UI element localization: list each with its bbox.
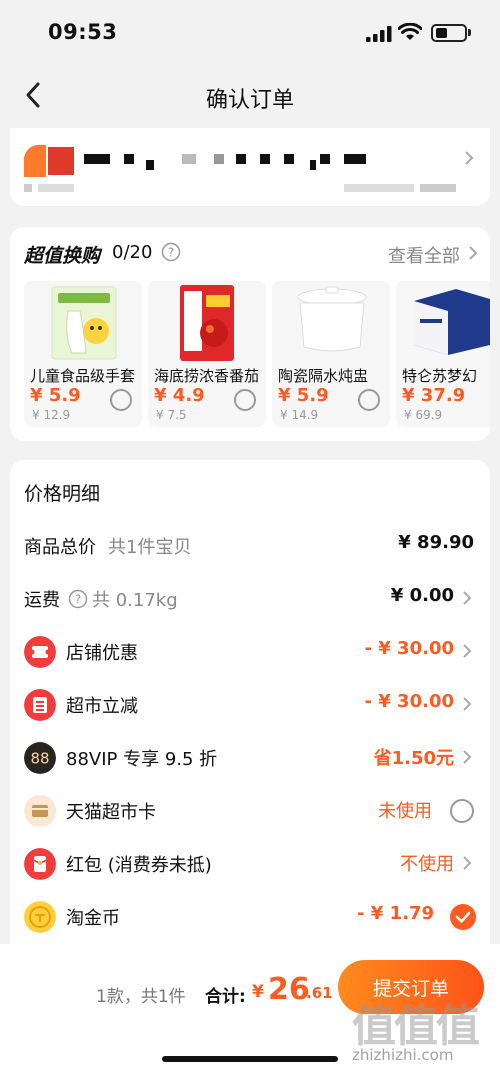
chevron-right-icon	[463, 750, 472, 764]
discount-tag-icon	[24, 689, 56, 721]
hotpot-base-product-image	[148, 281, 266, 361]
help-icon[interactable]: ?	[68, 589, 88, 609]
product-price: ¥ 5.9	[30, 385, 81, 406]
help-icon[interactable]: ?	[161, 242, 181, 262]
store-logo-icon	[24, 144, 74, 177]
market-card-row[interactable]: 天猫超市卡 未使用	[10, 791, 490, 831]
product-name: 儿童食品级手套	[30, 367, 136, 385]
red-packet-row[interactable]: 红包 (消费券未抵) 不使用	[10, 844, 490, 884]
select-radio[interactable]	[358, 389, 380, 411]
product-card[interactable]: 儿童食品级手套 ¥ 5.9 ¥ 12.9	[24, 281, 142, 427]
cut-off-text	[24, 184, 456, 192]
chevron-right-icon	[463, 856, 472, 870]
product-original-price: ¥ 14.9	[280, 408, 319, 422]
coupon-icon	[24, 636, 56, 668]
svg-text:88: 88	[30, 750, 49, 768]
chevron-right-icon	[465, 151, 474, 165]
redacted-text	[84, 148, 384, 170]
status-bar: 09:53	[0, 0, 500, 64]
home-indicator	[162, 1056, 338, 1062]
checkmark-icon[interactable]	[450, 904, 476, 930]
battery-cap	[468, 29, 471, 36]
product-card[interactable]: 海底捞浓香番茄 ¥ 4.9 ¥ 7.5	[148, 281, 266, 427]
upgrade-offers-card: 超值换购 0/20 ? 查看全部 儿童食品级手套 ¥ 5.9 ¥ 12.9 海底…	[10, 227, 490, 441]
row-label: 运费	[24, 590, 60, 611]
price-detail-card: 价格明细 商品总价 共1件宝贝 ¥ 89.90 运费 ? 共 0.17kg ¥ …	[10, 460, 490, 944]
red-packet-icon	[24, 848, 56, 880]
shipping-value: ¥ 0.00	[390, 585, 454, 606]
chevron-right-icon	[463, 644, 472, 658]
gloves-product-image	[24, 281, 142, 361]
page-title: 确认订单	[205, 88, 294, 113]
product-name: 特仑苏梦幻	[402, 367, 478, 385]
vip-discount-row[interactable]: 88 88VIP 专享 9.5 折 省1.50元	[10, 738, 490, 778]
row-label: 88VIP 专享 9.5 折	[66, 749, 218, 770]
vip-discount-value: 省1.50元	[373, 748, 454, 769]
svg-text:?: ?	[168, 246, 174, 260]
nav-bar: 确认订单	[0, 64, 500, 130]
battery-icon	[431, 24, 467, 42]
market-card-value: 未使用	[378, 801, 432, 822]
ceramic-stew-pot-product-image	[272, 281, 390, 361]
select-radio[interactable]	[110, 389, 132, 411]
upgrade-title: 超值换购	[24, 245, 101, 267]
select-radio[interactable]	[234, 389, 256, 411]
card-icon	[24, 795, 56, 827]
watermark: 值值值	[352, 1001, 480, 1052]
row-label: 淘金币	[66, 908, 120, 929]
item-summary: 1款，共1件	[96, 987, 186, 1007]
product-price: ¥ 37.9	[402, 385, 466, 406]
total-integer: 26	[268, 972, 310, 1007]
row-label: 商品总价	[24, 537, 96, 558]
currency-symbol: ¥	[252, 982, 264, 1002]
row-sub-label: 共 0.17kg	[92, 590, 178, 611]
shipping-row[interactable]: 运费 ? 共 0.17kg ¥ 0.00	[10, 579, 490, 619]
chevron-right-icon	[463, 591, 472, 605]
upgrade-count: 0/20	[112, 242, 153, 263]
product-price: ¥ 5.9	[278, 385, 329, 406]
product-original-price: ¥ 7.5	[156, 408, 187, 422]
chevron-right-icon	[469, 246, 478, 260]
market-discount-value: - ¥ 30.00	[364, 691, 454, 712]
milk-box-product-image	[396, 281, 490, 361]
row-label: 天猫超市卡	[66, 802, 156, 823]
svg-text:?: ?	[75, 593, 81, 607]
row-label: 店铺优惠	[66, 643, 138, 664]
product-name: 陶瓷隔水炖盅	[278, 367, 369, 385]
row-sub-label: 共1件宝贝	[108, 537, 192, 558]
taojinbi-value: - ¥ 1.79	[357, 903, 434, 924]
product-original-price: ¥ 12.9	[32, 408, 71, 422]
store-discount-row[interactable]: 店铺优惠 - ¥ 30.00	[10, 632, 490, 672]
price-detail-title: 价格明细	[24, 483, 101, 505]
total-label: 合计:	[205, 987, 246, 1007]
watermark-site: zhizhizhi.com	[352, 1046, 454, 1064]
vip-88-icon: 88	[24, 742, 56, 774]
gold-coin-icon	[24, 901, 56, 933]
row-label: 超市立减	[66, 696, 138, 717]
product-price: ¥ 4.9	[154, 385, 205, 406]
market-discount-row[interactable]: 超市立减 - ¥ 30.00	[10, 685, 490, 725]
taojinbi-row[interactable]: 淘金币 - ¥ 1.79	[10, 897, 490, 937]
market-card-radio[interactable]	[450, 799, 474, 823]
chevron-right-icon	[463, 697, 472, 711]
goods-total-row: 商品总价 共1件宝贝 ¥ 89.90	[10, 526, 490, 566]
cellular-signal-icon	[366, 26, 392, 42]
product-original-price: ¥ 69.9	[404, 408, 443, 422]
wifi-icon	[398, 23, 422, 40]
product-card[interactable]: 陶瓷隔水炖盅 ¥ 5.9 ¥ 14.9	[272, 281, 390, 427]
address-card[interactable]	[10, 128, 490, 206]
total-decimal: .61	[306, 984, 333, 1002]
goods-total-value: ¥ 89.90	[398, 532, 474, 553]
red-packet-value: 不使用	[400, 854, 454, 875]
status-time: 09:53	[48, 20, 118, 44]
view-all-link[interactable]: 查看全部	[388, 242, 460, 268]
store-discount-value: - ¥ 30.00	[364, 638, 454, 659]
row-label: 红包 (消费券未抵)	[66, 855, 212, 876]
product-card[interactable]: 特仑苏梦幻 ¥ 37.9 ¥ 69.9	[396, 281, 490, 427]
product-name: 海底捞浓香番茄	[154, 367, 260, 385]
